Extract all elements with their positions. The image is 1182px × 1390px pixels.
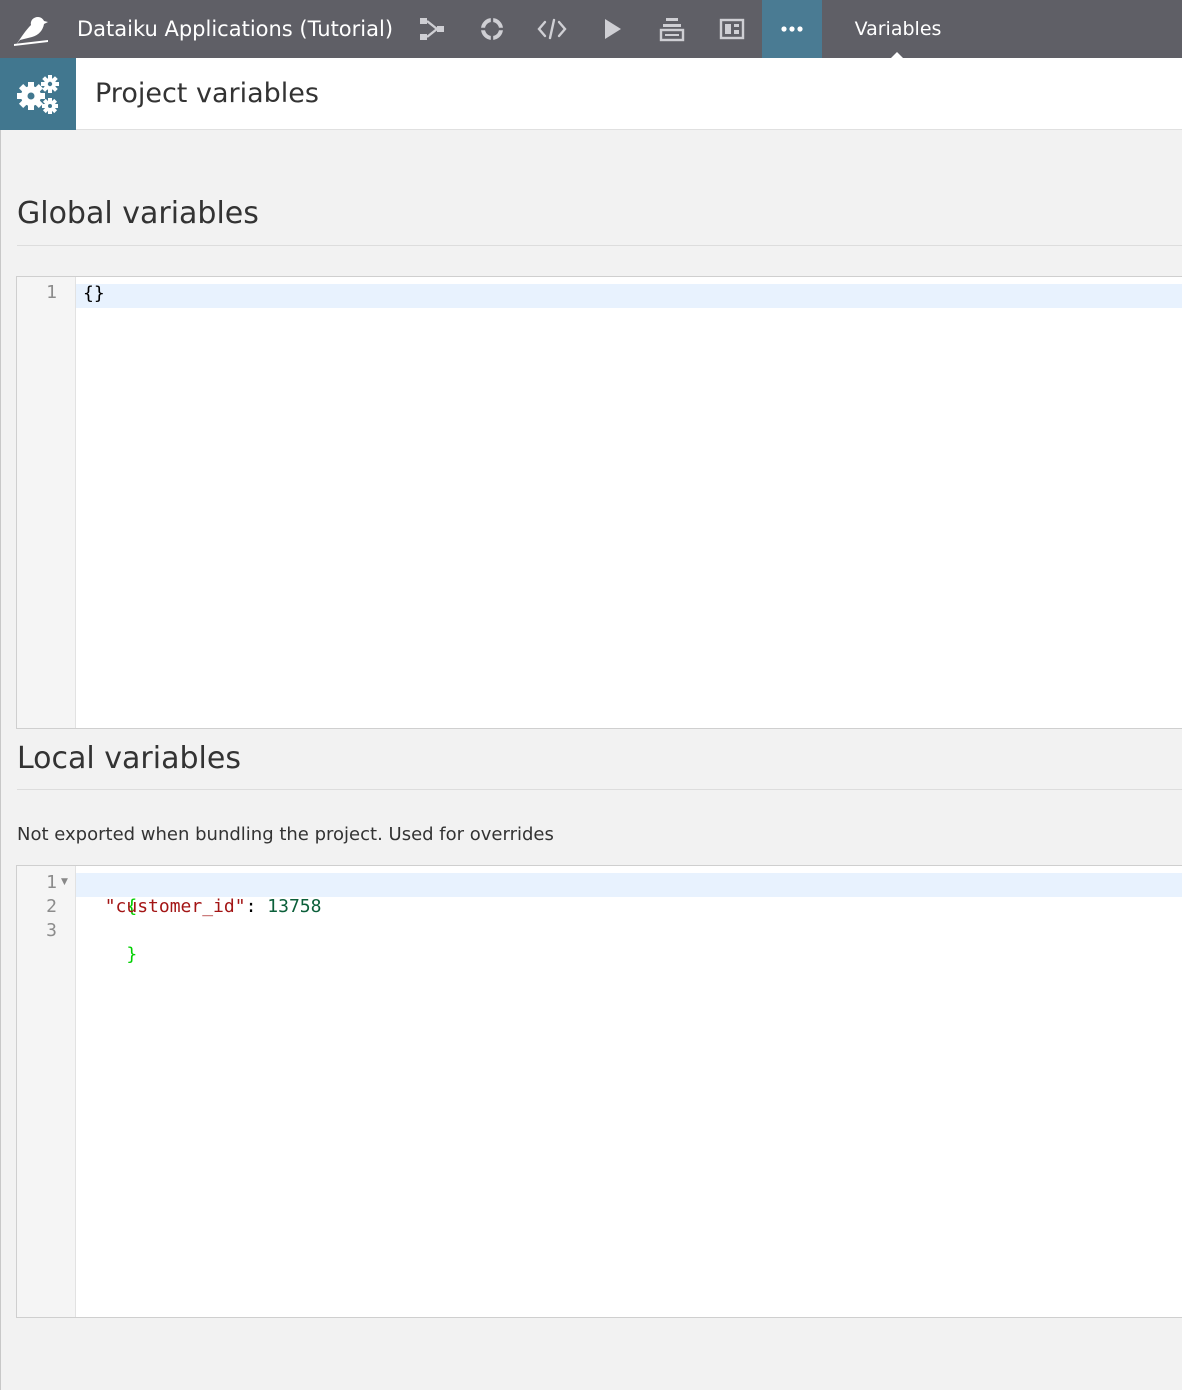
- code-line[interactable]: }: [83, 919, 137, 965]
- local-variables-title: Local variables: [17, 741, 241, 776]
- global-variables-title: Global variables: [17, 196, 259, 231]
- tab-variables[interactable]: Variables: [838, 0, 958, 58]
- code-icon[interactable]: [536, 13, 568, 45]
- dashboard-icon[interactable]: [716, 13, 748, 45]
- page-title: Project variables: [95, 78, 319, 109]
- global-variables-editor[interactable]: 1 {}: [16, 276, 1182, 729]
- more-icon: [781, 26, 803, 32]
- line-number: 3: [46, 920, 57, 941]
- run-icon[interactable]: [596, 13, 628, 45]
- fold-arrow-icon[interactable]: ▼: [61, 870, 68, 894]
- editor-gutter: [17, 277, 76, 728]
- gears-icon: [17, 75, 59, 114]
- key-value-separator: :: [245, 896, 268, 917]
- lab-icon[interactable]: [476, 13, 508, 45]
- top-navigation-bar: Dataiku Applications (Tutorial) Variable…: [0, 0, 1182, 58]
- flow-icon[interactable]: [416, 13, 448, 45]
- dataiku-bird-logo-icon[interactable]: [12, 12, 50, 46]
- line-number: 1: [46, 282, 57, 303]
- global-section-divider: [17, 245, 1182, 246]
- code-line[interactable]: {}: [83, 282, 105, 306]
- local-section-divider: [17, 789, 1182, 790]
- close-brace: }: [126, 944, 138, 965]
- jobs-icon[interactable]: [656, 13, 688, 45]
- more-menu-button[interactable]: [762, 0, 822, 58]
- local-variables-editor[interactable]: 1 ▼ 2 3 { "customer_id": 13758 }: [16, 865, 1182, 1318]
- page-header: Project variables: [0, 58, 1182, 130]
- local-variables-description: Not exported when bundling the project. …: [17, 824, 554, 845]
- variable-key: "customer_id": [104, 896, 246, 917]
- project-name-link[interactable]: Dataiku Applications (Tutorial): [77, 0, 393, 58]
- line-number: 2: [46, 896, 57, 917]
- line-number: 1: [46, 872, 57, 893]
- variable-value: 13758: [267, 896, 322, 917]
- active-line-highlight: [76, 284, 1182, 308]
- active-line-highlight: [76, 873, 1182, 897]
- code-line[interactable]: {: [83, 871, 137, 917]
- header-icon-box: [0, 58, 76, 130]
- left-border: [0, 130, 1, 1390]
- code-line[interactable]: "customer_id": 13758: [83, 895, 322, 919]
